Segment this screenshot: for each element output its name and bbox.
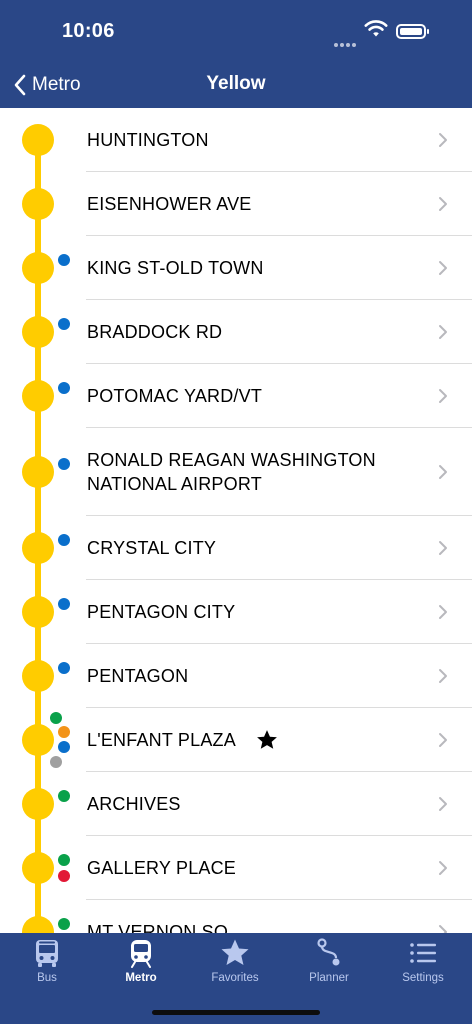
- transfer-line-dot-green: [50, 712, 62, 724]
- station-marker: [22, 252, 54, 284]
- station-name: KING ST-OLD TOWN: [87, 258, 264, 278]
- station-row[interactable]: MT VERNON SQ: [0, 900, 472, 933]
- chevron-right-icon: [439, 861, 447, 875]
- bus-icon: [36, 940, 58, 967]
- transfer-line-dot-blue: [58, 254, 70, 266]
- station-name: HUNTINGTON: [87, 130, 209, 150]
- transfer-line-dot-blue: [58, 598, 70, 610]
- tab-metro[interactable]: Metro: [94, 933, 188, 993]
- tab-favorites[interactable]: Favorites: [188, 933, 282, 993]
- station-row[interactable]: POTOMAC YARD/VT: [0, 364, 472, 428]
- station-marker: [22, 596, 54, 628]
- station-row[interactable]: ARCHIVES: [0, 772, 472, 836]
- station-marker: [22, 660, 54, 692]
- star-icon: [221, 939, 249, 965]
- tab-label: Planner: [309, 972, 349, 984]
- tab-bar: Bus Metro Favorites Planner Settings: [0, 933, 472, 1024]
- station-row[interactable]: KING ST-OLD TOWN: [0, 236, 472, 300]
- station-name: RONALD REAGAN WASHINGTON NATIONAL AIRPORT: [87, 448, 387, 496]
- station-row[interactable]: PENTAGON CITY: [0, 580, 472, 644]
- chevron-right-icon: [439, 465, 447, 479]
- station-name: PENTAGON CITY: [87, 602, 236, 622]
- battery-icon: [396, 24, 429, 39]
- transfer-line-dot-blue: [58, 741, 70, 753]
- tab-label: Favorites: [211, 972, 259, 984]
- transfer-line-dot-blue: [58, 382, 70, 394]
- station-marker: [22, 124, 54, 156]
- status-time: 10:06: [62, 20, 115, 42]
- page-title: Yellow: [206, 73, 266, 94]
- transfer-line-dot-blue: [58, 318, 70, 330]
- station-marker: [22, 380, 54, 412]
- station-row[interactable]: EISENHOWER AVE: [0, 172, 472, 236]
- chevron-right-icon: [439, 133, 447, 147]
- chevron-right-icon: [439, 389, 447, 403]
- station-marker: [22, 188, 54, 220]
- chevron-right-icon: [439, 261, 447, 275]
- transfer-line-dot-blue: [58, 662, 70, 674]
- station-marker: [22, 456, 54, 488]
- station-row[interactable]: GALLERY PLACE: [0, 836, 472, 900]
- wifi-icon: [364, 20, 388, 37]
- station-row[interactable]: CRYSTAL CITY: [0, 516, 472, 580]
- station-name: EISENHOWER AVE: [87, 194, 252, 214]
- station-name-line: NATIONAL AIRPORT: [87, 474, 262, 494]
- station-name: ARCHIVES: [87, 794, 181, 814]
- transfer-line-dot-green: [58, 790, 70, 802]
- tab-planner[interactable]: Planner: [282, 933, 376, 993]
- navigation-bar: Metro Yellow: [0, 62, 472, 108]
- station-name: BRADDOCK RD: [87, 322, 223, 342]
- station-name: L'ENFANT PLAZA: [87, 730, 236, 750]
- transfer-line-dot-silver: [50, 756, 62, 768]
- cellular-signal-icon: [334, 34, 358, 52]
- station-marker: [22, 916, 54, 933]
- chevron-right-icon: [439, 605, 447, 619]
- station-marker: [22, 532, 54, 564]
- station-list[interactable]: HUNTINGTON EISENHOWER AVE KING ST-OLD TOWN…: [0, 108, 472, 933]
- list-icon: [410, 943, 436, 963]
- station-row[interactable]: BRADDOCK RD: [0, 300, 472, 364]
- station-marker: [22, 788, 54, 820]
- route-icon: [317, 938, 340, 966]
- tab-label: Settings: [402, 972, 444, 984]
- transfer-line-dot-green: [58, 854, 70, 866]
- station-marker: [22, 316, 54, 348]
- favorite-star-icon: [257, 730, 277, 749]
- station-marker: [22, 852, 54, 884]
- tab-label: Bus: [37, 972, 57, 984]
- station-name: PENTAGON: [87, 666, 189, 686]
- status-bar: 10:06: [0, 0, 472, 62]
- transfer-line-dot-blue: [58, 458, 70, 470]
- station-marker: [22, 724, 54, 756]
- station-row[interactable]: PENTAGON: [0, 644, 472, 708]
- chevron-right-icon: [439, 925, 447, 933]
- station-name: GALLERY PLACE: [87, 858, 237, 878]
- transfer-line-dot-green: [58, 918, 70, 930]
- station-name: CRYSTAL CITY: [87, 538, 217, 558]
- station-name: MT VERNON SQ: [87, 922, 229, 933]
- transfer-line-dot-blue: [58, 534, 70, 546]
- chevron-right-icon: [439, 541, 447, 555]
- station-row[interactable]: HUNTINGTON: [0, 108, 472, 172]
- metro-train-icon: [131, 940, 151, 968]
- station-row[interactable]: L'ENFANT PLAZA: [0, 708, 472, 772]
- tab-label: Metro: [125, 972, 157, 984]
- chevron-right-icon: [439, 669, 447, 683]
- chevron-right-icon: [439, 797, 447, 811]
- chevron-right-icon: [439, 325, 447, 339]
- chevron-right-icon: [439, 733, 447, 747]
- tab-bus[interactable]: Bus: [0, 933, 94, 993]
- station-name: POTOMAC YARD/VT: [87, 386, 263, 406]
- station-row[interactable]: RONALD REAGAN WASHINGTON NATIONAL AIRPORT: [0, 428, 472, 516]
- tab-settings[interactable]: Settings: [376, 933, 470, 993]
- station-name-line: RONALD REAGAN WASHINGTON: [87, 450, 376, 470]
- transfer-line-dot-red: [58, 870, 70, 882]
- home-indicator: [152, 1010, 320, 1015]
- chevron-right-icon: [439, 197, 447, 211]
- transfer-line-dot-orange: [58, 726, 70, 738]
